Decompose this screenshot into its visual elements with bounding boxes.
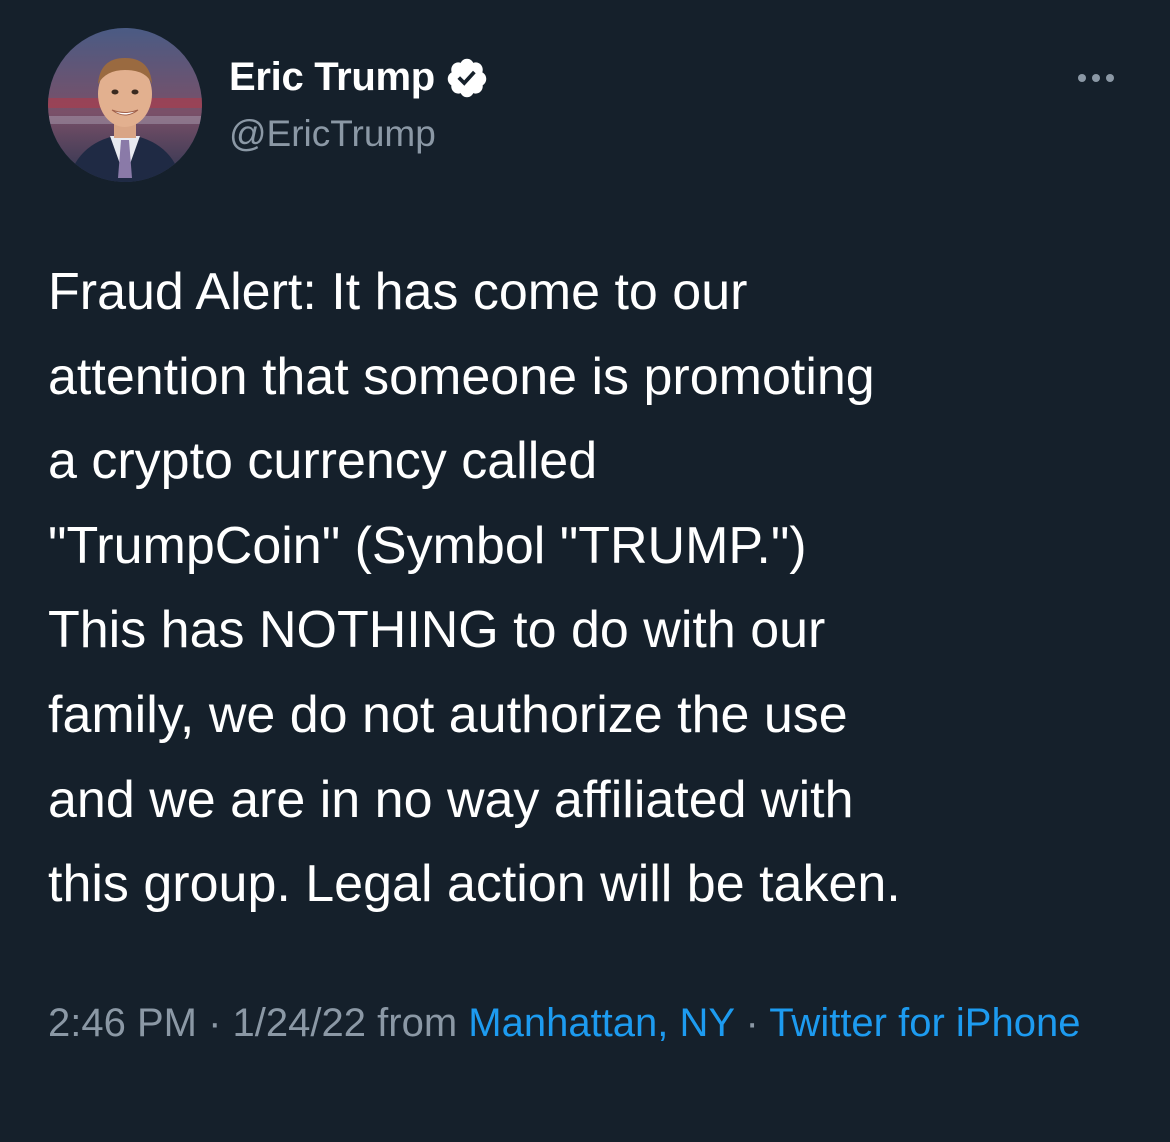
author-display-name[interactable]: Eric Trump xyxy=(229,55,435,100)
more-options-button[interactable] xyxy=(1068,60,1124,96)
source-link[interactable]: Twitter for iPhone xyxy=(769,1001,1080,1045)
meta-separator: · xyxy=(208,1001,222,1045)
from-label: from xyxy=(377,1001,458,1045)
author-handle[interactable]: @EricTrump xyxy=(229,113,436,155)
avatar[interactable] xyxy=(48,28,202,182)
meta-separator: · xyxy=(745,1001,759,1045)
tweet-time[interactable]: 2:46 PM xyxy=(48,1001,197,1045)
ellipsis-icon xyxy=(1106,74,1114,82)
location-link[interactable]: Manhattan, NY xyxy=(468,1001,734,1045)
author-name-row[interactable]: Eric Trump xyxy=(229,55,489,100)
ellipsis-icon xyxy=(1092,74,1100,82)
ellipsis-icon xyxy=(1078,74,1086,82)
verified-badge-icon xyxy=(445,56,489,100)
tweet-metadata: 2:46 PM · 1/24/22 from Manhattan, NY · T… xyxy=(48,993,1128,1053)
profile-photo xyxy=(48,28,202,182)
tweet-text: Fraud Alert: It has come to our attentio… xyxy=(48,263,901,914)
tweet-date[interactable]: 1/24/22 xyxy=(233,1001,366,1045)
